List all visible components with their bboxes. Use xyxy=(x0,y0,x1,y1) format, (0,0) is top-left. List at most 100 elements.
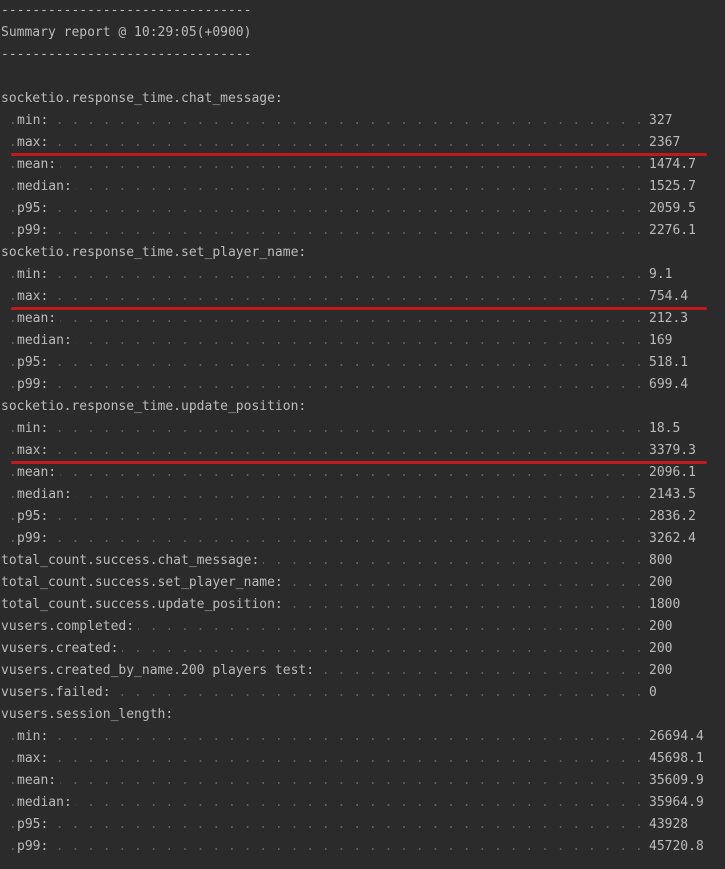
metric-value: 754.4 xyxy=(649,289,689,304)
metric-label: mean: xyxy=(17,157,61,172)
metric-row: . . . . . . . . . . . . . . . . . . . . … xyxy=(1,308,725,330)
metric-row: . . . . . . . . . . . . . . . . . . . . … xyxy=(1,440,725,464)
metric-value: 169 xyxy=(649,333,673,348)
metric-label: mean: xyxy=(17,311,61,326)
metric-row: . . . . . . . . . . . . . . . . . . . . … xyxy=(1,594,725,616)
metric-value: 2276.1 xyxy=(649,223,696,238)
metric-label: total_count.success.chat_message: xyxy=(1,553,264,568)
metric-label: socketio.response_time.set_player_name: xyxy=(1,245,311,260)
metric-value: 26694.4 xyxy=(649,729,704,744)
metric-label: socketio.response_time.chat_message: xyxy=(1,91,287,106)
metric-label: median: xyxy=(17,179,76,194)
leader-dots: . . . . . . . . . . . . . . . . . . . . … xyxy=(8,311,641,326)
metric-value: 18.5 xyxy=(649,421,681,436)
metric-row: . . . . . . . . . . . . . . . . . . . . … xyxy=(1,132,725,156)
metric-row: . . . . . . . . . . . . . . . . . . . . … xyxy=(1,836,725,858)
metric-row: . . . . . . . . . . . . . . . . . . . . … xyxy=(1,110,725,132)
leader-dots: . . . . . . . . . . . . . . . . . . . . … xyxy=(8,729,641,744)
metric-value: 1474.7 xyxy=(649,157,696,172)
metric-label: p99: xyxy=(17,531,53,546)
metric-group-header: socketio.response_time.update_position: xyxy=(1,396,725,418)
metric-value: 800 xyxy=(649,553,673,568)
metric-row: . . . . . . . . . . . . . . . . . . . . … xyxy=(1,264,725,286)
highlight-underline xyxy=(11,307,707,310)
metric-value: 2059.5 xyxy=(649,201,696,216)
metric-value: 200 xyxy=(649,575,673,590)
leader-dots: . . . . . . . . . . . . . . . . . . . . … xyxy=(8,531,641,546)
leader-dots: . . . . . . . . . . . . . . . . . . . . … xyxy=(8,355,641,370)
leader-dots: . . . . . . . . . . . . . . . . . . . . … xyxy=(8,289,641,304)
metric-value: 1800 xyxy=(649,597,681,612)
metric-row: . . . . . . . . . . . . . . . . . . . . … xyxy=(1,176,725,198)
metric-value: 9.1 xyxy=(649,267,673,282)
metric-label: p95: xyxy=(17,201,53,216)
leader-dots: . . . . . . . . . . . . . . . . . . . . … xyxy=(8,113,641,128)
metric-label: max: xyxy=(17,289,53,304)
metric-label: min: xyxy=(17,267,53,282)
metric-label: vusers.completed: xyxy=(1,619,139,634)
metric-row: . . . . . . . . . . . . . . . . . . . . … xyxy=(1,660,725,682)
report-rule-top: -------------------------------- xyxy=(1,0,725,22)
metric-group-header: vusers.session_length: xyxy=(1,704,725,726)
leader-dots: . . . . . . . . . . . . . . . . . . . . … xyxy=(8,773,641,788)
leader-dots: . . . . . . . . . . . . . . . . . . . . … xyxy=(8,157,641,172)
metric-value: 35609.9 xyxy=(649,773,704,788)
highlight-underline xyxy=(11,461,707,464)
metric-row: . . . . . . . . . . . . . . . . . . . . … xyxy=(1,550,725,572)
metric-value: 2367 xyxy=(649,135,681,150)
metric-row: . . . . . . . . . . . . . . . . . . . . … xyxy=(1,770,725,792)
metric-value: 327 xyxy=(649,113,673,128)
leader-dots: . . . . . . . . . . . . . . . . . . . . … xyxy=(8,795,641,810)
metric-label: total_count.success.update_position: xyxy=(1,597,287,612)
metric-value: 200 xyxy=(649,663,673,678)
metric-row: . . . . . . . . . . . . . . . . . . . . … xyxy=(1,726,725,748)
leader-dots: . . . . . . . . . . . . . . . . . . . . … xyxy=(8,465,641,480)
metric-row: . . . . . . . . . . . . . . . . . . . . … xyxy=(1,352,725,374)
metric-value: 45720.8 xyxy=(649,839,704,854)
metric-row: . . . . . . . . . . . . . . . . . . . . … xyxy=(1,572,725,594)
metric-value: 200 xyxy=(649,619,673,634)
leader-dots: . . . . . . . . . . . . . . . . . . . . … xyxy=(8,817,641,832)
metric-row: . . . . . . . . . . . . . . . . . . . . … xyxy=(1,506,725,528)
metric-value: 0 xyxy=(649,685,657,700)
metric-label: min: xyxy=(17,421,53,436)
metric-row: . . . . . . . . . . . . . . . . . . . . … xyxy=(1,462,725,484)
metric-label: mean: xyxy=(17,465,61,480)
report-rule-bottom-text: -------------------------------- xyxy=(1,47,252,62)
metrics-list: socketio.response_time.chat_message: . .… xyxy=(1,88,725,858)
metric-label: vusers.failed: xyxy=(1,685,115,700)
leader-dots: . . . . . . . . . . . . . . . . . . . . … xyxy=(8,135,641,150)
metric-row: . . . . . . . . . . . . . . . . . . . . … xyxy=(1,638,725,660)
leader-dots: . . . . . . . . . . . . . . . . . . . . … xyxy=(8,443,641,458)
leader-dots: . . . . . . . . . . . . . . . . . . . . … xyxy=(8,421,641,436)
metric-value: 518.1 xyxy=(649,355,689,370)
metric-row: . . . . . . . . . . . . . . . . . . . . … xyxy=(1,374,725,396)
metric-value: 3262.4 xyxy=(649,531,696,546)
metric-value: 2143.5 xyxy=(649,487,696,502)
leader-dots: . . . . . . . . . . . . . . . . . . . . … xyxy=(8,487,641,502)
metric-label: vusers.created_by_name.200 players test: xyxy=(1,663,319,678)
metric-value: 2836.2 xyxy=(649,509,696,524)
metric-label: p95: xyxy=(17,355,53,370)
metric-label: p95: xyxy=(17,817,53,832)
leader-dots: . . . . . . . . . . . . . . . . . . . . … xyxy=(8,333,641,348)
metric-label: vusers.created: xyxy=(1,641,123,656)
metric-label: median: xyxy=(17,333,76,348)
report-rule-top-text: -------------------------------- xyxy=(1,3,252,18)
metric-label: mean: xyxy=(17,773,61,788)
metric-row: . . . . . . . . . . . . . . . . . . . . … xyxy=(1,682,725,704)
metric-group-header: socketio.response_time.set_player_name: xyxy=(1,242,725,264)
metric-value: 212.3 xyxy=(649,311,689,326)
metric-row: . . . . . . . . . . . . . . . . . . . . … xyxy=(1,814,725,836)
metric-value: 200 xyxy=(649,641,673,656)
metric-label: socketio.response_time.update_position: xyxy=(1,399,311,414)
metric-value: 699.4 xyxy=(649,377,689,392)
metric-label: p99: xyxy=(17,839,53,854)
leader-dots: . . . . . . . . . . . . . . . . . . . . … xyxy=(8,509,641,524)
metric-row: . . . . . . . . . . . . . . . . . . . . … xyxy=(1,792,725,814)
metric-value: 45698.1 xyxy=(649,751,704,766)
report-title-text: Summary report @ 10:29:05(+0900) xyxy=(1,25,252,40)
metric-row: . . . . . . . . . . . . . . . . . . . . … xyxy=(1,286,725,310)
leader-dots: . . . . . . . . . . . . . . . . . . . . … xyxy=(8,179,641,194)
